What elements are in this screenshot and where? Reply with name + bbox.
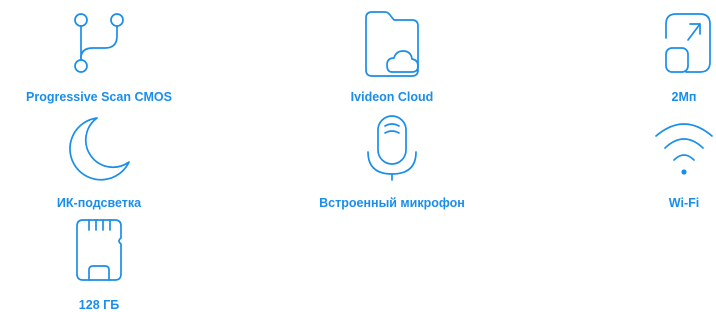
feature-wifi: Wi-Fi xyxy=(579,108,716,210)
cloud-folder-icon xyxy=(352,2,432,82)
feature-label: 2Мп xyxy=(671,90,697,104)
feature-resolution: 2Мп xyxy=(579,2,716,104)
feature-label: Встроенный микрофон xyxy=(319,196,465,210)
sd-card-icon xyxy=(59,210,139,290)
feature-storage: 128 ГБ xyxy=(0,210,204,312)
wifi-icon xyxy=(644,108,716,188)
moon-icon xyxy=(59,108,139,188)
feature-label: Wi-Fi xyxy=(668,196,700,210)
feature-label: 128 ГБ xyxy=(78,298,120,312)
branch-icon xyxy=(59,2,139,82)
expand-icon xyxy=(644,2,716,82)
feature-progressive-scan: Progressive Scan CMOS xyxy=(0,2,204,104)
feature-ivideon-cloud: Ivideon Cloud xyxy=(287,2,497,104)
microphone-icon xyxy=(352,108,432,188)
feature-label: Progressive Scan CMOS xyxy=(26,90,172,104)
feature-ir-illumination: ИК-подсветка xyxy=(0,108,204,210)
feature-label: Ivideon Cloud xyxy=(350,90,434,104)
feature-microphone: Встроенный микрофон xyxy=(287,108,497,210)
feature-label: ИК-подсветка xyxy=(56,196,142,210)
